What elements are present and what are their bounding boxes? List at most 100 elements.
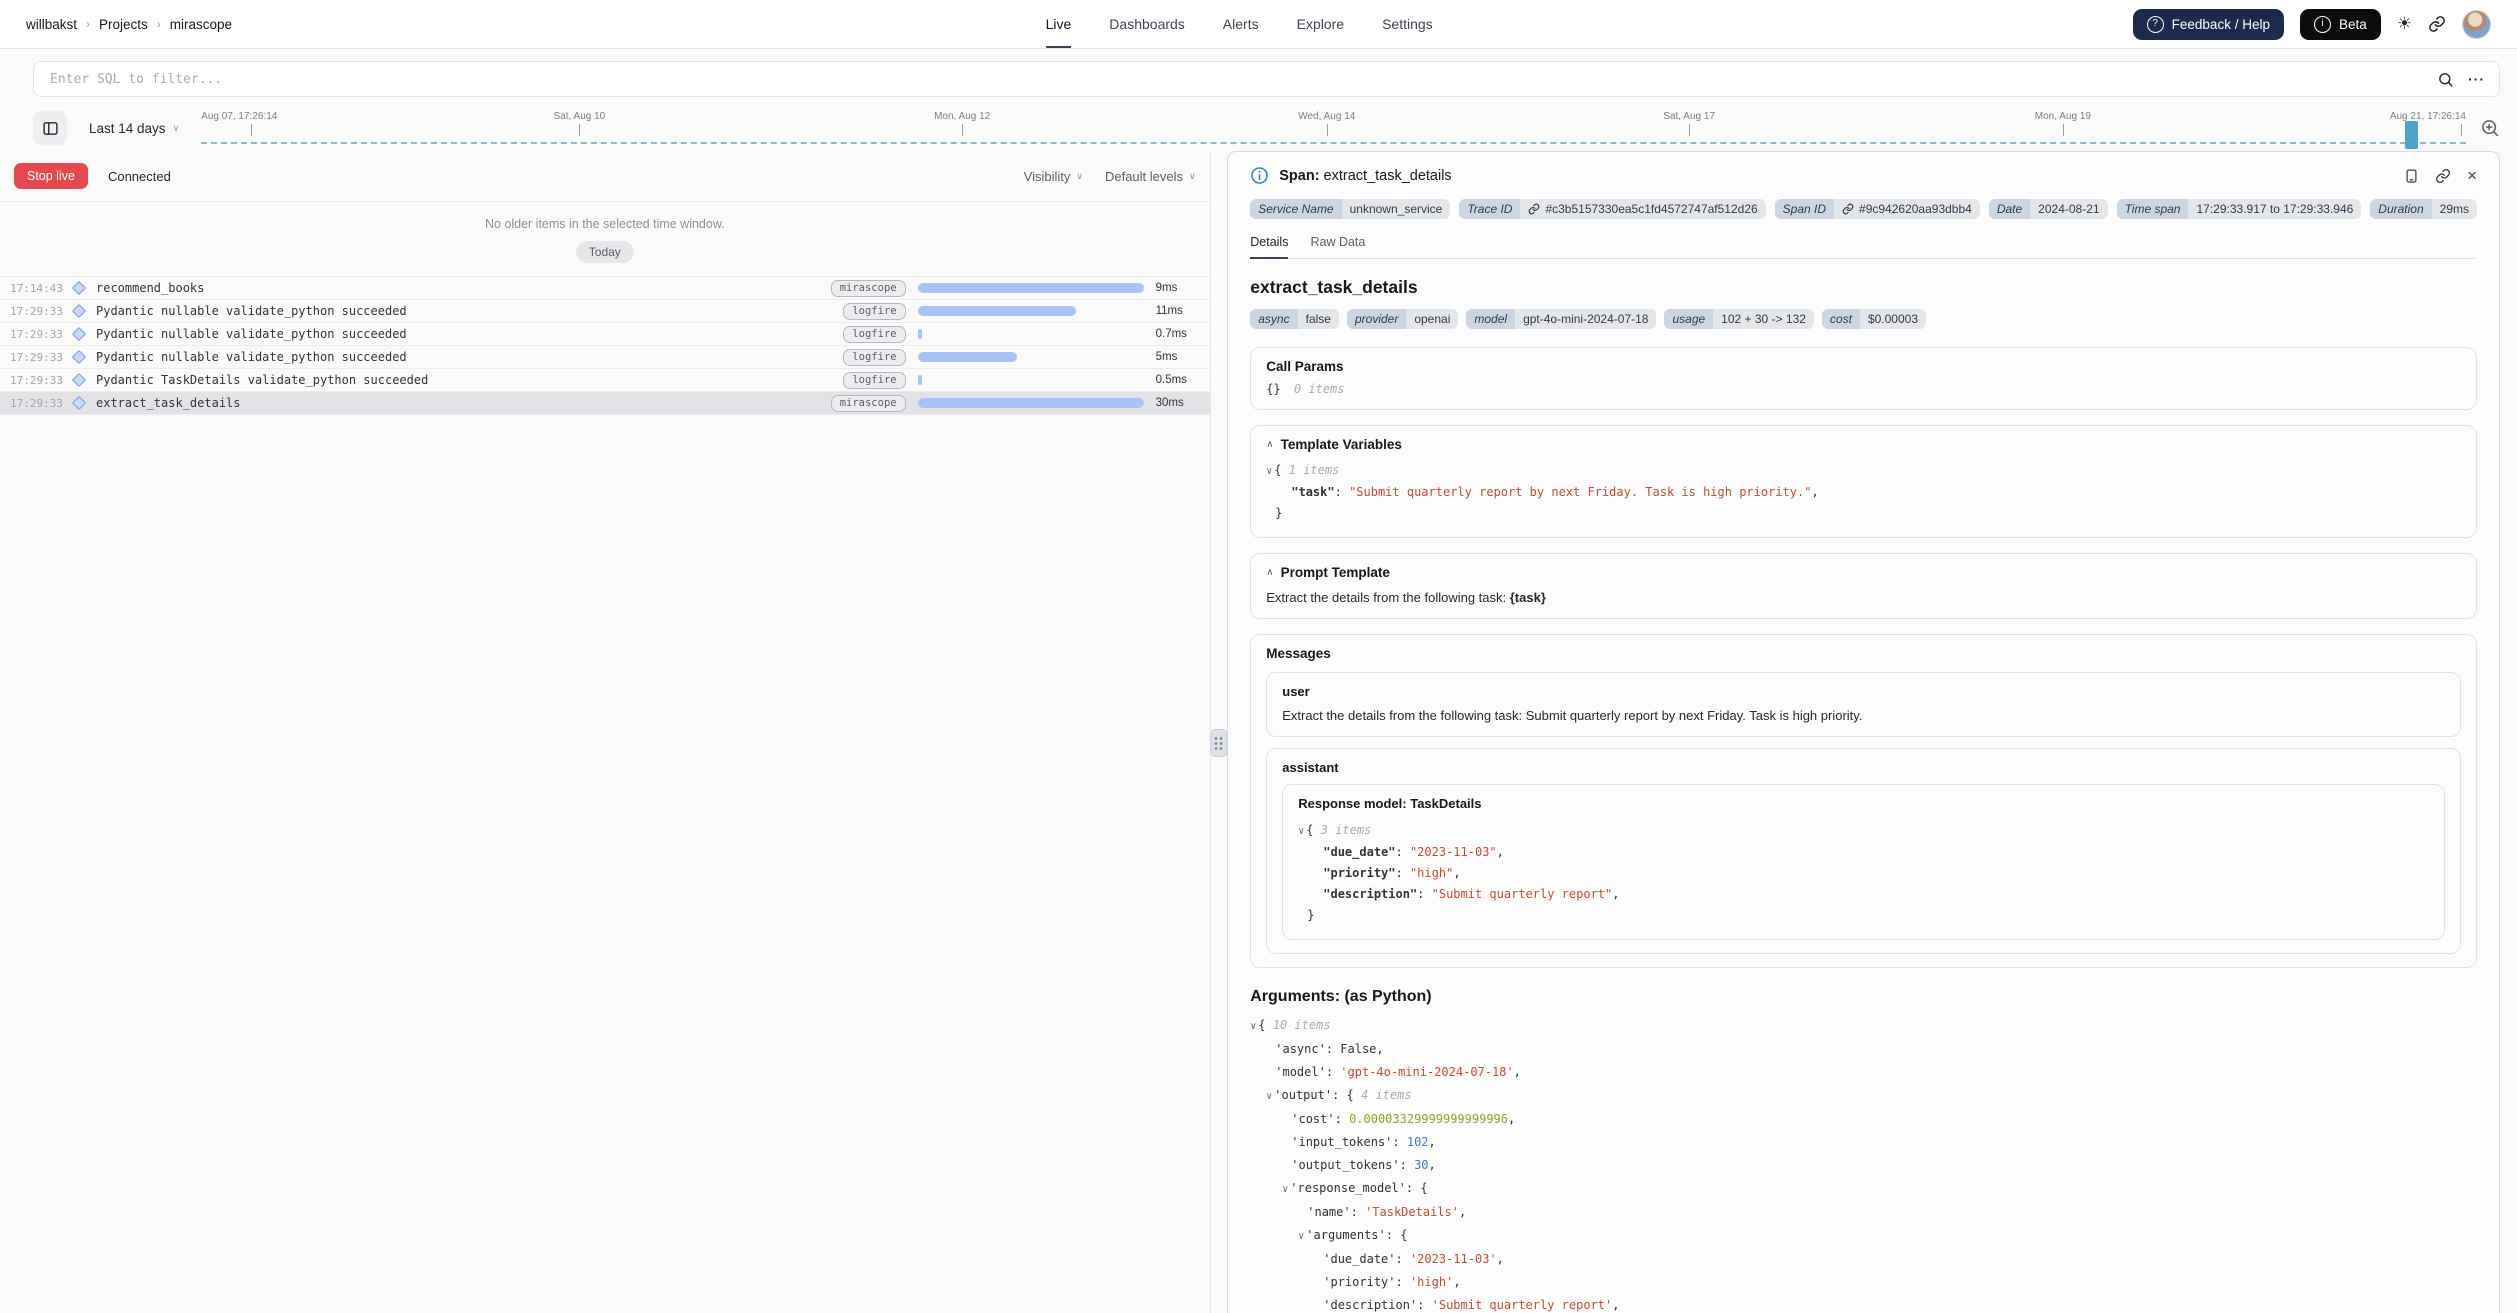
badge-label: cost [1822,309,1860,329]
duration-label: 9ms [1156,282,1200,294]
badge-async: asyncfalse [1250,309,1339,329]
timeline-tick-mark [2461,124,2462,136]
tab-explore[interactable]: Explore [1297,0,1344,48]
badge-label: Service Name [1250,199,1341,219]
log-row[interactable]: 17:29:33Pydantic TaskDetails validate_py… [0,369,1210,392]
scope-tag: mirascope [831,395,906,412]
timeline-selection[interactable] [2405,121,2418,149]
prompt-template-title[interactable]: ∧ Prompt Template [1266,565,2461,580]
tree-chevron-icon[interactable]: ∨ [1298,1231,1304,1242]
tree-chevron-icon[interactable]: ∨ [1282,1184,1288,1195]
visibility-select[interactable]: Visibility ∨ [1024,169,1083,184]
log-row[interactable]: 17:29:33Pydantic nullable validate_pytho… [0,346,1210,369]
log-row[interactable]: 17:14:43recommend_booksmirascope9ms [0,277,1210,300]
json-line[interactable]: ∨{ 1 items [1266,460,2461,482]
template-variables-json: ∨{ 1 items"task": "Submit quarterly repo… [1266,460,2461,524]
messages-title: Messages [1266,646,2461,661]
copy-link-icon[interactable] [2435,168,2451,184]
tab-live[interactable]: Live [1046,0,1072,48]
badge-label: Time span [2117,199,2189,219]
tree-chevron-icon[interactable]: ∨ [1298,826,1304,837]
link-icon[interactable] [1528,203,1540,215]
search-icon[interactable] [2437,71,2454,88]
link-icon[interactable] [1842,203,1854,215]
feedback-help-button[interactable]: ? Feedback / Help [2133,9,2284,40]
tab-dashboards[interactable]: Dashboards [1109,0,1185,48]
visibility-label: Visibility [1024,169,1071,184]
arguments-python: ∨{ 10 items'async': False,'model': 'gpt-… [1250,1014,2477,1313]
timeline-strip[interactable]: Aug 07, 17:26:14Sat, Aug 10Mon, Aug 12We… [201,107,2466,149]
sql-filter-input[interactable] [48,71,2437,88]
more-options-icon[interactable]: ··· [2468,71,2485,87]
badge-label: provider [1347,309,1406,329]
python-line[interactable]: ∨{ 10 items [1250,1014,2477,1038]
theme-toggle-icon[interactable]: ☀ [2397,14,2412,34]
log-time: 17:29:33 [10,328,70,341]
tab-raw-data[interactable]: Raw Data [1310,235,1365,259]
zoom-in-icon[interactable] [2480,118,2500,138]
tree-chevron-icon[interactable]: ∨ [1250,1021,1256,1032]
timeline-tick-mark [579,124,580,136]
template-variables-title[interactable]: ∧ Template Variables [1266,437,2461,452]
python-line[interactable]: ∨'arguments': { [1250,1224,2477,1248]
template-variables-label: Template Variables [1281,437,1402,452]
badge-trace-id[interactable]: Trace ID#c3b5157330ea5c1fd4572747af512d2… [1459,199,1765,219]
duration-track [918,283,1144,293]
python-line[interactable]: ∨'response_model': { [1250,1177,2477,1201]
duration-track [918,375,1144,385]
json-line[interactable]: ∨{ 3 items [1298,820,2429,842]
span-title: Span:extract_task_details [1279,168,1451,184]
call-params-title: Call Params [1266,359,2461,374]
chevron-up-icon[interactable]: ∧ [1266,567,1273,578]
sidebar-toggle-button[interactable] [33,111,67,145]
python-line: 'async': False, [1250,1038,2477,1061]
log-row[interactable]: 17:29:33Pydantic nullable validate_pytho… [0,323,1210,346]
tab-details[interactable]: Details [1250,235,1288,259]
call-params-card: Call Params {} 0 items [1250,347,2477,410]
breadcrumb-project[interactable]: mirascope [170,17,232,32]
span-detail-panel: Span:extract_task_details × Service Name… [1227,151,2500,1313]
tab-alerts[interactable]: Alerts [1223,0,1259,48]
live-panel: Stop live Connected Visibility ∨ Default… [0,151,1211,1313]
call-params-value: {} 0 items [1266,382,2461,396]
resize-grip-handle[interactable] [1210,729,1227,757]
breadcrumb-org[interactable]: willbakst [26,17,77,32]
badge-span-id[interactable]: Span ID#9c942620aa93dbb4 [1775,199,1980,219]
badge-duration: Duration29ms [2370,199,2477,219]
python-line: 'output_tokens': 30, [1250,1154,2477,1177]
chevron-down-icon: ∨ [1189,171,1196,182]
tree-chevron-icon[interactable]: ∨ [1266,466,1272,477]
badge-value: openai [1406,309,1458,329]
panel-divider [1211,151,1228,1313]
log-row[interactable]: 17:29:33Pydantic nullable validate_pytho… [0,300,1210,323]
duration-bar [918,375,923,385]
python-line: 'priority': 'high', [1250,1271,2477,1294]
default-levels-select[interactable]: Default levels ∨ [1105,169,1196,184]
share-link-icon[interactable] [2428,15,2446,33]
beta-button[interactable]: i Beta [2300,9,2381,40]
dock-panel-icon[interactable] [2404,168,2419,184]
time-range-select[interactable]: Last 14 days ∨ [89,121,179,136]
python-line[interactable]: ∨'output': { 4 items [1250,1084,2477,1108]
python-line: 'name': 'TaskDetails', [1250,1201,2477,1224]
tree-chevron-icon[interactable]: ∨ [1266,1091,1272,1102]
tab-settings[interactable]: Settings [1382,0,1433,48]
chevron-right-icon: › [157,17,161,31]
badge-value: 102 + 30 -> 132 [1713,309,1814,329]
json-line: } [1298,905,2429,926]
chevron-up-icon[interactable]: ∧ [1266,439,1273,450]
user-avatar[interactable] [2462,10,2491,39]
timeline-tick-mark [962,124,963,136]
json-line: } [1266,503,2461,524]
stop-live-button[interactable]: Stop live [14,163,88,189]
badge-service-name: Service Nameunknown_service [1250,199,1450,219]
log-row[interactable]: 17:29:33extract_task_detailsmirascope30m… [0,392,1210,415]
messages-card: Messages user Extract the details from t… [1250,634,2477,968]
close-icon[interactable]: × [2467,167,2477,184]
timeline-tick-mark [1689,124,1690,136]
timeline-tick-label: Sat, Aug 10 [554,111,606,122]
badge-value: false [1298,309,1339,329]
badge-label: usage [1664,309,1713,329]
breadcrumb-projects[interactable]: Projects [99,17,148,32]
arguments-title: Arguments: (as Python) [1250,988,2477,1006]
